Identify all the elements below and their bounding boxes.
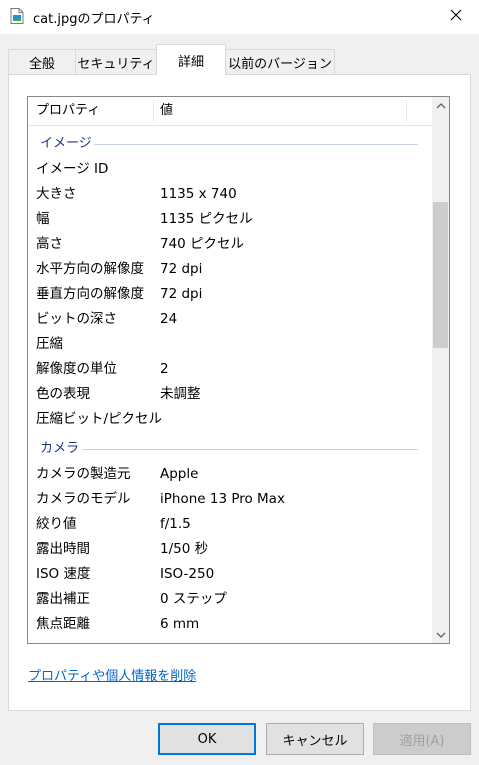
list-item[interactable]: カメラのモデル iPhone 13 Pro Max [28, 487, 432, 512]
list-item[interactable]: 露出時間 1/50 秒 [28, 537, 432, 562]
remove-properties-link[interactable]: プロパティや個人情報を削除 [28, 665, 196, 684]
scroll-thumb[interactable] [433, 202, 448, 348]
apply-button[interactable]: 適用(A) [373, 723, 471, 755]
list-item[interactable]: 垂直方向の解像度 72 dpi [28, 282, 432, 307]
group-label: イメージ [40, 136, 92, 151]
list-item[interactable]: 圧縮 [28, 332, 432, 357]
properties-list[interactable]: プロパティ 値 イメージ イメージ ID 大きさ 1135 x 740 幅 1135… [27, 96, 450, 644]
cancel-button[interactable]: キャンセル [266, 723, 364, 755]
scroll-down-button[interactable] [432, 626, 449, 643]
scroll-up-button[interactable] [432, 97, 449, 114]
list-item[interactable]: 色の表現 未調整 [28, 382, 432, 407]
list-item[interactable]: カメラの製造元 Apple [28, 462, 432, 487]
close-button[interactable] [433, 0, 479, 34]
list-item[interactable]: 絞り値 f/1.5 [28, 512, 432, 537]
group-header-camera: カメラ [28, 439, 432, 459]
window-title: cat.jpgのプロパティ [33, 12, 155, 27]
group-divider [94, 144, 418, 145]
list-item[interactable]: 露出補正 0 ステップ [28, 587, 432, 612]
tab-security[interactable]: セキュリティ [75, 49, 157, 74]
column-header-value[interactable]: 値 [160, 97, 173, 125]
tab-general[interactable]: 全般 [8, 49, 76, 74]
list-item[interactable]: 焦点距離 6 mm [28, 612, 432, 637]
group-header-image: イメージ [28, 134, 432, 154]
ok-button[interactable]: OK [158, 723, 256, 755]
group-label: カメラ [40, 441, 80, 456]
column-divider[interactable] [153, 100, 154, 122]
list-item[interactable]: 幅 1135 ピクセル [28, 207, 432, 232]
list-item[interactable]: 解像度の単位 2 [28, 357, 432, 382]
tab-details[interactable]: 詳細 [156, 44, 226, 75]
chevron-up-icon [436, 98, 446, 113]
group-divider [82, 449, 418, 450]
list-item[interactable]: 水平方向の解像度 72 dpi [28, 257, 432, 282]
list-item[interactable]: ISO 速度 ISO-250 [28, 562, 432, 587]
list-item[interactable]: 高さ 740 ピクセル [28, 232, 432, 257]
vertical-scrollbar[interactable] [432, 97, 449, 643]
close-icon [450, 9, 462, 25]
list-header: プロパティ 値 [28, 97, 432, 126]
list-item[interactable]: 大きさ 1135 x 740 [28, 182, 432, 207]
list-item[interactable]: イメージ ID [28, 157, 432, 182]
tab-strip: 全般 セキュリティ 詳細 以前のバージョン [8, 44, 471, 75]
title-bar: cat.jpgのプロパティ [0, 0, 479, 34]
tab-previous-versions[interactable]: 以前のバージョン [225, 49, 335, 74]
column-header-property[interactable]: プロパティ [36, 97, 100, 125]
image-file-icon [10, 8, 24, 24]
list-item[interactable]: ビットの深さ 24 [28, 307, 432, 332]
column-divider[interactable] [406, 100, 407, 122]
chevron-down-icon [436, 627, 446, 642]
list-item[interactable]: 圧縮ビット/ピクセル [28, 407, 432, 432]
